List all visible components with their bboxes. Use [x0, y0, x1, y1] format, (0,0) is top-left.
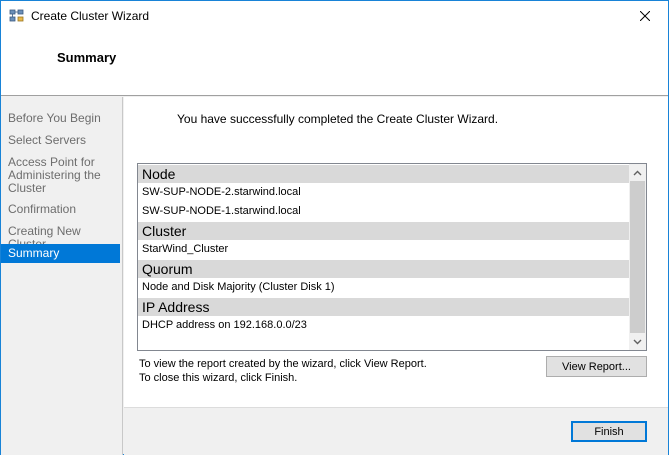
- chevron-up-icon: [633, 170, 642, 175]
- wizard-footer: Finish: [124, 407, 668, 455]
- view-report-hint: To view the report created by the wizard…: [139, 358, 427, 370]
- view-report-button[interactable]: View Report...: [546, 356, 647, 377]
- section-header-node: Node: [138, 164, 629, 183]
- cluster-wizard-icon: [9, 9, 25, 23]
- list-item: SW-SUP-NODE-1.starwind.local: [142, 205, 301, 217]
- title-bar[interactable]: Create Cluster Wizard: [1, 1, 668, 32]
- list-item: DHCP address on 192.168.0.0/23: [142, 319, 307, 331]
- success-message: You have successfully completed the Crea…: [177, 112, 499, 126]
- sidebar-item-summary[interactable]: Summary: [1, 244, 120, 263]
- section-header-cluster: Cluster: [138, 221, 629, 240]
- list-item: SW-SUP-NODE-2.starwind.local: [142, 186, 301, 198]
- close-icon: [640, 11, 650, 21]
- finish-hint: To close this wizard, click Finish.: [139, 372, 298, 384]
- finish-button[interactable]: Finish: [571, 421, 647, 442]
- sidebar-item-access-point[interactable]: Access Point for Administering the Clust…: [1, 156, 120, 196]
- vertical-scrollbar[interactable]: [629, 164, 646, 350]
- wizard-header: Summary: [1, 32, 668, 96]
- summary-report-list[interactable]: Node SW-SUP-NODE-2.starwind.local SW-SUP…: [137, 163, 647, 351]
- wizard-steps-sidebar: Before You Begin Select Servers Access P…: [1, 97, 123, 455]
- wizard-window: Create Cluster Wizard Summary Before You…: [0, 0, 669, 455]
- scroll-up-button[interactable]: [629, 164, 646, 181]
- page-title: Summary: [57, 50, 117, 65]
- scroll-down-button[interactable]: [629, 333, 646, 350]
- chevron-down-icon: [633, 339, 642, 344]
- main-content: You have successfully completed the Crea…: [124, 97, 668, 455]
- summary-report-items: Node SW-SUP-NODE-2.starwind.local SW-SUP…: [138, 164, 629, 335]
- section-header-quorum: Quorum: [138, 259, 629, 278]
- sidebar-item-confirmation[interactable]: Confirmation: [1, 203, 120, 219]
- close-button[interactable]: [622, 1, 668, 31]
- window-title: Create Cluster Wizard: [31, 9, 150, 23]
- scrollbar-thumb[interactable]: [630, 181, 645, 333]
- section-header-ip-address: IP Address: [138, 297, 629, 316]
- sidebar-item-select-servers[interactable]: Select Servers: [1, 134, 120, 150]
- list-item: StarWind_Cluster: [142, 243, 229, 255]
- list-item: Node and Disk Majority (Cluster Disk 1): [142, 281, 335, 293]
- sidebar-item-creating-new-cluster[interactable]: Creating New Cluster: [1, 225, 120, 251]
- sidebar-item-before-you-begin[interactable]: Before You Begin: [1, 112, 120, 128]
